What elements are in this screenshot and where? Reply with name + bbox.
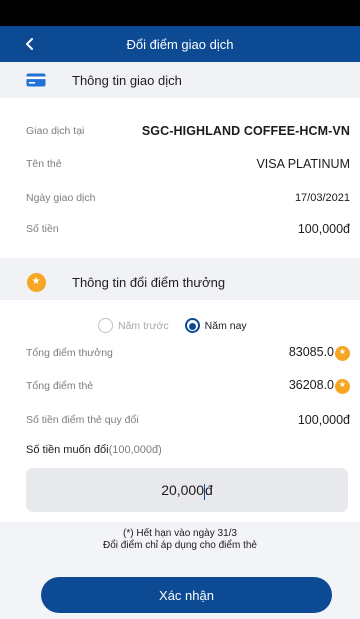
merchant-value: SGC-HIGHLAND COFFEE-HCM-VN xyxy=(141,124,350,138)
radio-last-year[interactable]: Năm trước xyxy=(98,318,169,333)
card-name-value: VISA PLATINUM xyxy=(256,157,350,171)
redeem-amount-title: Số tiền muốn đổi xyxy=(26,444,109,456)
date-label: Ngày giao dịch xyxy=(26,192,96,204)
year-selector: Năm trước Năm nay xyxy=(98,318,247,333)
transaction-row-date: Ngày giao dịch 17/03/2021 xyxy=(26,188,350,208)
status-bar xyxy=(0,0,360,26)
radio-circle xyxy=(98,318,113,333)
coin-icon xyxy=(335,345,350,361)
transaction-info-header: Thông tin giao dịch xyxy=(0,62,360,98)
reward-row-converted: Số tiền điểm thẻ quy đổi 100,000đ xyxy=(26,410,350,430)
expiry-notes: (*) Hết hạn vào ngày 31/3 Đổi điểm chỉ á… xyxy=(0,528,360,552)
card-name-label: Tên thẻ xyxy=(26,158,62,170)
transaction-row-merchant: Giao dịch tại SGC-HIGHLAND COFFEE-HCM-VN xyxy=(26,121,350,141)
card-points-value: 36208.0 xyxy=(288,378,334,393)
total-points-value: 83085.0 xyxy=(288,345,334,360)
reward-info-title: Thông tin đổi điểm thưởng xyxy=(72,274,226,290)
redeem-amount-currency: đ xyxy=(205,482,213,498)
redeem-amount-number: 20,000 xyxy=(161,482,205,498)
radio-label: Năm nay xyxy=(204,319,247,332)
total-points-value-wrap: 83085.0 xyxy=(288,345,350,361)
merchant-label: Giao dịch tại xyxy=(26,125,85,137)
amount-label-static: Số tiền xyxy=(26,223,59,235)
reward-info-header: Thông tin đổi điểm thưởng xyxy=(0,264,360,300)
reward-coin-icon xyxy=(26,272,46,292)
redeem-amount-label: Số tiền muốn đổi(100,000đ) xyxy=(26,444,162,456)
reward-row-total-points: Tổng điểm thưởng 83085.0 xyxy=(26,343,350,363)
app-header: Đổi điểm giao dịch xyxy=(0,26,360,62)
coin-icon xyxy=(335,378,350,394)
date-value: 17/03/2021 xyxy=(294,192,350,204)
redeem-amount-hint: (100,000đ) xyxy=(108,444,162,456)
expiry-note-line1: (*) Hết hạn vào ngày 31/3 xyxy=(123,528,237,539)
chevron-left-icon xyxy=(26,38,33,50)
page-title: Đổi điểm giao dịch xyxy=(126,36,234,52)
expiry-note-line2: Đổi điểm chỉ áp dụng cho điểm thẻ xyxy=(103,540,257,551)
total-points-label: Tổng điểm thưởng xyxy=(26,347,113,359)
card-points-label: Tổng điểm thẻ xyxy=(26,380,94,392)
redeem-amount-input[interactable]: 20,000 đ xyxy=(26,468,348,512)
card-points-value-wrap: 36208.0 xyxy=(288,378,350,394)
back-button[interactable] xyxy=(20,34,40,54)
converted-label: Số tiền điểm thẻ quy đổi xyxy=(26,414,139,426)
confirm-button[interactable]: Xác nhận xyxy=(41,577,332,613)
amount-value-static: 100,000đ xyxy=(297,222,350,236)
radio-this-year[interactable]: Năm nay xyxy=(184,318,247,333)
reward-row-card-points: Tổng điểm thẻ 36208.0 xyxy=(26,376,350,396)
credit-card-icon xyxy=(26,70,46,90)
converted-value: 100,000đ xyxy=(297,413,350,427)
transaction-info-card: Giao dịch tại SGC-HIGHLAND COFFEE-HCM-VN… xyxy=(0,98,360,258)
radio-circle xyxy=(184,318,200,333)
transaction-row-card-name: Tên thẻ VISA PLATINUM xyxy=(26,154,350,174)
radio-label: Năm trước xyxy=(118,319,169,332)
transaction-info-title: Thông tin giao dịch xyxy=(72,72,182,88)
transaction-row-amount: Số tiền 100,000đ xyxy=(26,219,350,239)
